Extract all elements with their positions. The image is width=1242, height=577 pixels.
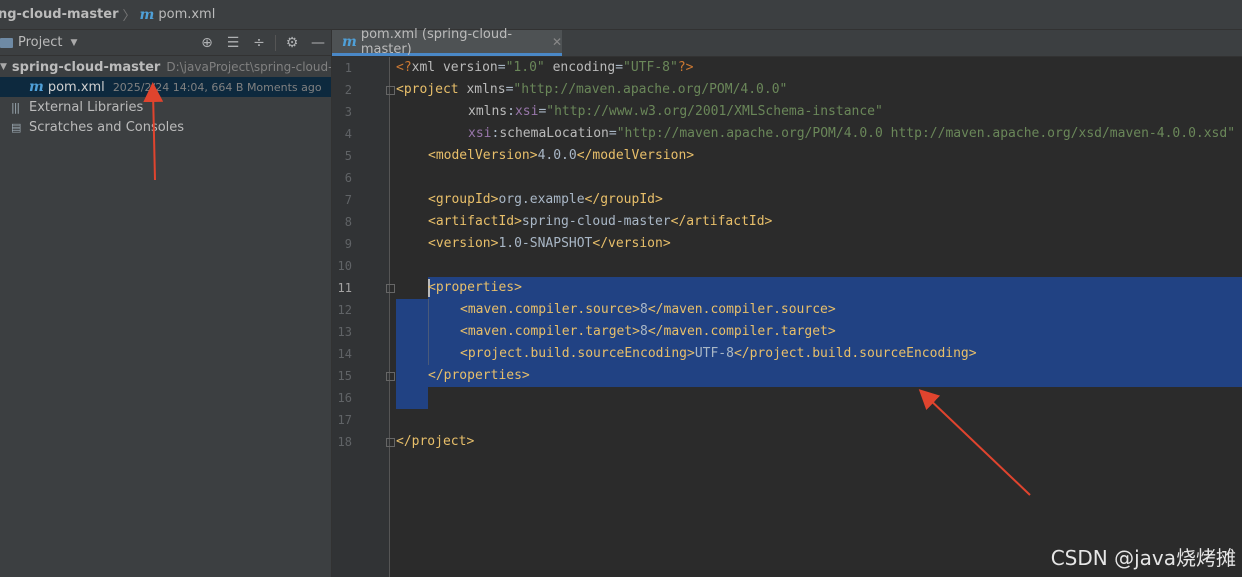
gear-icon[interactable]: ⚙ bbox=[279, 35, 305, 51]
fold-marker-icon[interactable] bbox=[386, 86, 395, 95]
pom-file-meta: 2025/2/24 14:04, 664 B Moments ago bbox=[112, 80, 322, 94]
code-line-7: <groupId>org.example</groupId> bbox=[428, 192, 663, 207]
line-number: 9 bbox=[344, 237, 352, 251]
code-line-8: <artifactId>spring-cloud-master</artifac… bbox=[428, 214, 773, 229]
breadcrumb-project[interactable]: ng-cloud-master bbox=[0, 7, 119, 22]
fold-marker-icon[interactable] bbox=[386, 284, 395, 293]
line-number: 15 bbox=[337, 369, 352, 383]
line-number: 8 bbox=[344, 215, 352, 229]
project-tool-header: Project ▼ ⊕ ☰ ÷ ⚙ — bbox=[0, 30, 331, 56]
code-line-12: <maven.compiler.source>8</maven.compiler… bbox=[460, 302, 836, 317]
code-line-5: <modelVersion>4.0.0</modelVersion> bbox=[428, 148, 695, 163]
code-line-3: xmlns:xsi="http://www.w3.org/2001/XMLSch… bbox=[468, 104, 883, 119]
code-editor[interactable]: 1 2 3 4 5 6 7 8 9 10 11 12 13 14 15 16 1… bbox=[332, 57, 1242, 577]
expand-all-icon[interactable]: ☰ bbox=[220, 35, 246, 51]
fold-marker-icon[interactable] bbox=[386, 372, 395, 381]
expand-arrow-icon[interactable]: ▼ bbox=[0, 62, 7, 72]
minimize-icon[interactable]: — bbox=[305, 35, 331, 51]
line-number: 16 bbox=[337, 391, 352, 405]
scratches-icon: ▤ bbox=[11, 120, 21, 134]
line-number: 10 bbox=[337, 259, 352, 273]
watermark: CSDN @java烧烤摊 bbox=[1050, 546, 1236, 570]
project-folder-icon bbox=[0, 37, 13, 48]
line-number: 12 bbox=[337, 303, 352, 317]
editor-tab-bar: m pom.xml (spring-cloud-master) ✕ bbox=[332, 26, 1242, 57]
tree-item-external-libraries[interactable]: ||| External Libraries bbox=[0, 97, 331, 117]
project-tree: ▼ spring-cloud-master D:\javaProject\spr… bbox=[0, 57, 344, 137]
maven-file-icon: m bbox=[29, 79, 44, 95]
line-number: 4 bbox=[344, 127, 352, 141]
project-path: D:\javaProject\spring-cloud-m bbox=[166, 60, 345, 74]
project-tool-window: Project ▼ ⊕ ☰ ÷ ⚙ — ▼ spring-cloud-maste… bbox=[0, 30, 344, 577]
line-number: 3 bbox=[344, 105, 352, 119]
chevron-down-icon: ▼ bbox=[70, 37, 78, 48]
project-view-selector[interactable]: Project ▼ bbox=[0, 35, 77, 50]
code-line-11: <properties> bbox=[428, 280, 522, 295]
tree-item-project[interactable]: ▼ spring-cloud-master D:\javaProject\spr… bbox=[0, 57, 344, 77]
navigation-bar: ng-cloud-master 〉 m pom.xml bbox=[0, 0, 1242, 30]
pom-file-name: pom.xml bbox=[47, 79, 105, 95]
line-number: 13 bbox=[337, 325, 352, 339]
code-line-9: <version>1.0-SNAPSHOT</version> bbox=[428, 236, 671, 251]
code-line-13: <maven.compiler.target>8</maven.compiler… bbox=[460, 324, 836, 339]
tab-pom-xml[interactable]: m pom.xml (spring-cloud-master) ✕ bbox=[332, 26, 562, 57]
line-number: 2 bbox=[344, 83, 352, 97]
toolbar-divider bbox=[275, 35, 276, 51]
indent-guide bbox=[428, 299, 429, 365]
tab-label: pom.xml (spring-cloud-master) bbox=[360, 26, 513, 57]
tree-item-pom[interactable]: m pom.xml 2025/2/24 14:04, 664 B Moments… bbox=[0, 77, 331, 97]
text-selection bbox=[396, 387, 428, 409]
library-icon: ||| bbox=[11, 100, 20, 114]
project-toolbar: ⊕ ☰ ÷ ⚙ — bbox=[194, 30, 331, 56]
scratches-label: Scratches and Consoles bbox=[29, 119, 185, 135]
code-area[interactable]: <?xml version="1.0" encoding="UTF-8"?> <… bbox=[396, 57, 1242, 577]
fold-marker-icon[interactable] bbox=[386, 438, 395, 447]
line-number: 14 bbox=[337, 347, 352, 361]
close-icon[interactable]: ✕ bbox=[552, 35, 562, 49]
line-gutter: 1 2 3 4 5 6 7 8 9 10 11 12 13 14 15 16 1… bbox=[332, 57, 395, 577]
code-line-1: <?xml version="1.0" encoding="UTF-8"?> bbox=[396, 60, 694, 75]
line-number: 7 bbox=[344, 193, 352, 207]
locate-icon[interactable]: ⊕ bbox=[194, 35, 220, 51]
external-libraries-label: External Libraries bbox=[29, 99, 144, 115]
line-number: 17 bbox=[337, 413, 352, 427]
code-line-14: <project.build.sourceEncoding>UTF-8</pro… bbox=[460, 346, 977, 361]
line-number: 5 bbox=[344, 149, 352, 163]
line-number: 6 bbox=[344, 171, 352, 185]
code-line-4: xsi:schemaLocation="http://maven.apache.… bbox=[468, 126, 1236, 141]
code-line-18: </project> bbox=[396, 434, 475, 449]
code-line-2: <project xmlns="http://maven.apache.org/… bbox=[396, 82, 788, 97]
collapse-all-icon[interactable]: ÷ bbox=[246, 35, 272, 51]
tree-item-scratches[interactable]: ▤ Scratches and Consoles bbox=[0, 117, 331, 137]
project-view-label: Project bbox=[18, 35, 63, 50]
maven-file-icon: m bbox=[342, 33, 357, 50]
code-line-15: </properties> bbox=[428, 368, 530, 383]
breadcrumb-separator: 〉 bbox=[122, 9, 136, 24]
line-number-current: 11 bbox=[337, 281, 352, 295]
line-number: 1 bbox=[344, 61, 352, 75]
breadcrumb-file[interactable]: pom.xml bbox=[158, 7, 215, 22]
project-name: spring-cloud-master bbox=[11, 59, 161, 75]
line-number: 18 bbox=[337, 435, 352, 449]
maven-file-icon: m bbox=[139, 6, 155, 23]
